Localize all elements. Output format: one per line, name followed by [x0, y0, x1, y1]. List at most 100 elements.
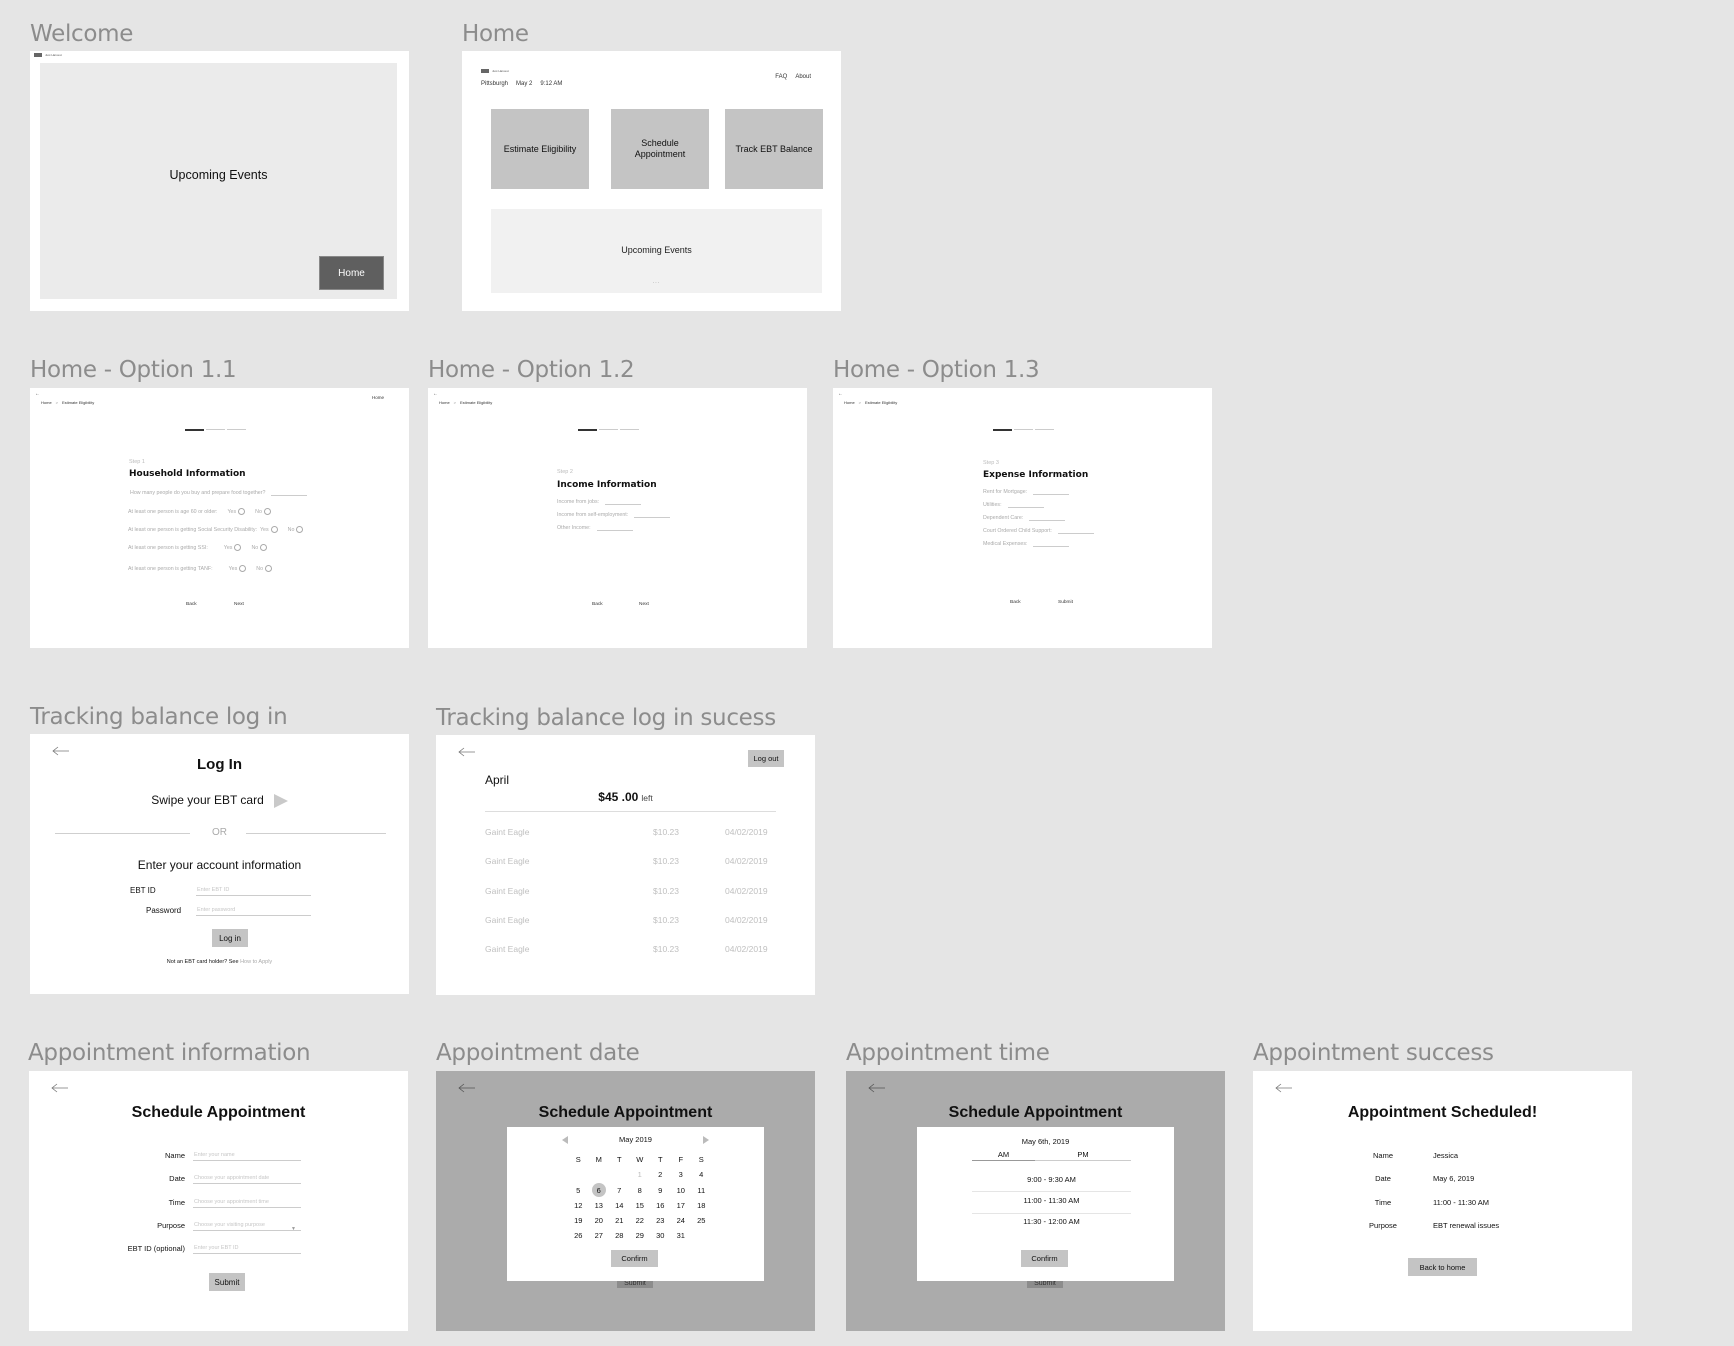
calendar-day[interactable]: 27	[589, 1228, 610, 1243]
breadcrumb-home[interactable]: Home	[41, 400, 52, 405]
next-month-icon[interactable]	[703, 1136, 709, 1144]
home-link[interactable]: Home	[372, 395, 384, 400]
tab-am[interactable]: AM	[972, 1150, 1035, 1161]
time-slot[interactable]: 11:00 - 11:30 AM	[972, 1196, 1131, 1214]
income-self-employment-input[interactable]	[634, 517, 671, 518]
section-title: Household Information	[129, 469, 246, 479]
calendar-day[interactable]: 22	[630, 1213, 651, 1228]
calendar-day[interactable]: 11	[691, 1183, 712, 1198]
no-radio[interactable]	[260, 544, 268, 551]
calendar-day[interactable]: 14	[609, 1198, 630, 1213]
income-jobs-input[interactable]	[605, 504, 642, 505]
back-to-home-button[interactable]: Back to home	[1408, 1258, 1477, 1276]
submit-button[interactable]: Submit	[209, 1273, 245, 1291]
tab-pm[interactable]: PM	[1035, 1150, 1131, 1159]
no-radio[interactable]	[296, 526, 304, 533]
play-arrow-icon[interactable]	[273, 793, 288, 808]
calendar-day[interactable]: 19	[568, 1213, 589, 1228]
calendar-day[interactable]: 29	[630, 1228, 651, 1243]
purpose-select[interactable]	[193, 1219, 301, 1231]
date-input[interactable]	[193, 1173, 301, 1185]
estimate-eligibility-tile[interactable]: Estimate Eligibility	[491, 109, 589, 189]
back-arrow-icon[interactable]: ←	[433, 391, 438, 397]
breadcrumb-home[interactable]: Home	[439, 400, 450, 405]
empty-cell	[609, 1167, 630, 1182]
calendar-day[interactable]: 30	[650, 1228, 671, 1243]
name-input[interactable]	[193, 1150, 301, 1161]
calendar-day[interactable]: 23	[650, 1213, 671, 1228]
calendar-day[interactable]: 10	[671, 1183, 692, 1198]
confirm-button[interactable]: Confirm	[1021, 1250, 1068, 1267]
logout-button[interactable]: Log out	[748, 750, 784, 767]
chevron-down-icon[interactable]: ▼	[291, 1226, 296, 1232]
back-arrow-icon[interactable]	[458, 1083, 476, 1093]
time-input[interactable]	[193, 1196, 301, 1208]
back-button[interactable]: Back	[1010, 600, 1021, 605]
calendar-day[interactable]: 15	[630, 1198, 651, 1213]
medical-expenses-input[interactable]	[1033, 546, 1070, 547]
time-slot[interactable]: 11:30 - 12:00 AM	[972, 1217, 1131, 1231]
utilities-input[interactable]	[1007, 507, 1044, 508]
household-size-input[interactable]	[271, 495, 308, 496]
next-button[interactable]: Next	[234, 602, 244, 607]
calendar-day[interactable]: 20	[589, 1213, 610, 1228]
breadcrumb-home[interactable]: Home	[844, 400, 855, 405]
yes-radio[interactable]	[270, 526, 278, 533]
yes-radio[interactable]	[239, 565, 247, 572]
home-button[interactable]: Home	[319, 256, 384, 290]
other-income-input[interactable]	[596, 530, 633, 531]
next-button[interactable]: Next	[639, 602, 649, 607]
calendar-day[interactable]: 28	[609, 1228, 630, 1243]
submit-button[interactable]: Submit	[1058, 600, 1073, 605]
no-radio[interactable]	[265, 565, 273, 572]
password-input[interactable]	[196, 904, 311, 916]
back-arrow-icon[interactable]	[51, 1083, 69, 1093]
apply-note: Not an EBT card holder? See How to Apply	[30, 959, 409, 965]
more-events-indicator[interactable]: ...	[491, 279, 822, 285]
confirm-button[interactable]: Confirm	[611, 1250, 658, 1267]
ebt-id-input[interactable]	[196, 884, 311, 896]
back-arrow-icon[interactable]: ←	[838, 391, 843, 397]
time-slot[interactable]: 9:00 - 9:30 AM	[972, 1175, 1131, 1192]
back-arrow-icon[interactable]	[1275, 1083, 1293, 1093]
schedule-appointment-tile[interactable]: Schedule Appointment	[611, 109, 709, 189]
calendar-day[interactable]: 24	[671, 1213, 692, 1228]
calendar-day[interactable]: 4	[691, 1167, 712, 1182]
dependent-care-input[interactable]	[1029, 520, 1066, 521]
calendar-day[interactable]: 25	[691, 1213, 712, 1228]
calendar-day[interactable]: 8	[630, 1183, 651, 1198]
calendar-month: May 2019	[619, 1135, 652, 1144]
calendar-day[interactable]: 13	[589, 1198, 610, 1213]
calendar-day[interactable]: 9	[650, 1183, 671, 1198]
yes-radio[interactable]	[238, 508, 246, 515]
rent-input[interactable]	[1033, 494, 1070, 495]
nav-faq[interactable]: FAQ	[775, 74, 787, 80]
login-button[interactable]: Log in	[212, 929, 248, 947]
back-arrow-icon[interactable]	[52, 746, 70, 756]
calendar-day[interactable]: 16	[650, 1198, 671, 1213]
how-to-apply-link[interactable]: How to Apply	[240, 959, 272, 965]
back-arrow-icon[interactable]: ←	[35, 391, 40, 397]
back-arrow-icon[interactable]	[458, 747, 476, 757]
calendar-day[interactable]: 31	[671, 1228, 692, 1243]
calendar-day[interactable]: 5	[568, 1183, 589, 1198]
back-button[interactable]: Back	[186, 602, 197, 607]
calendar-day[interactable]: 12	[568, 1198, 589, 1213]
calendar-day-selected[interactable]: 6	[589, 1183, 610, 1198]
track-ebt-balance-tile[interactable]: Track EBT Balance	[725, 109, 823, 189]
calendar-day[interactable]: 3	[671, 1167, 692, 1182]
summary-value: May 6, 2019	[1433, 1174, 1475, 1184]
back-button[interactable]: Back	[592, 602, 603, 607]
nav-about[interactable]: About	[795, 74, 811, 80]
no-radio[interactable]	[263, 508, 271, 515]
calendar-day[interactable]: 2	[650, 1167, 671, 1182]
calendar-day[interactable]: 7	[609, 1183, 630, 1198]
calendar-day[interactable]: 21	[609, 1213, 630, 1228]
child-support-input[interactable]	[1057, 533, 1094, 534]
yes-radio[interactable]	[234, 544, 242, 551]
calendar-day[interactable]: 18	[691, 1198, 712, 1213]
ebt-id-input[interactable]	[193, 1243, 301, 1255]
calendar-day[interactable]: 26	[568, 1228, 589, 1243]
calendar-day[interactable]: 17	[671, 1198, 692, 1213]
back-arrow-icon[interactable]	[868, 1083, 886, 1093]
